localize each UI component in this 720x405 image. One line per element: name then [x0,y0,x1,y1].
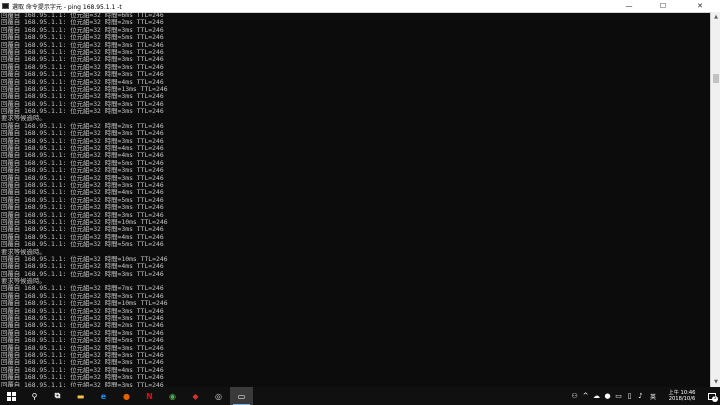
red-app-icon[interactable]: ◆ [184,387,207,405]
minimize-button[interactable]: — [612,0,646,12]
network-icon[interactable]: ▯ [624,387,635,405]
vertical-scrollbar[interactable]: ▲ ▼ [710,12,720,387]
maximize-button[interactable]: ☐ [646,0,680,12]
app-tray-icon[interactable]: ● [602,387,613,405]
clock[interactable]: 上午 10:46 2018/10/6 [664,390,700,403]
scroll-thumb[interactable] [713,74,719,83]
search-taskbar-icon-glyph: ⚲ [31,391,38,401]
console-output[interactable]: 回覆自 168.95.1.1: 位元組=32 時間=6ms TTL=246 回覆自… [0,12,710,387]
window-title: 選取 命令提示字元 - ping 168.95.1.1 -t [12,3,122,11]
people-icon[interactable]: ⚇ [569,387,580,405]
show-hidden-icons[interactable]: ^ [580,387,591,405]
netflix-icon-glyph: N [146,391,153,401]
disc-app-icon-glyph: ◎ [215,391,222,401]
clock-date: 2018/10/6 [668,396,696,402]
start-button[interactable] [0,387,23,405]
edge-icon[interactable]: e [92,387,115,405]
console-line: 回覆自 168.95.1.1: 位元組=32 時間=3ms TTL=246 [1,107,164,116]
netflix-icon[interactable]: N [138,387,161,405]
cmd-taskbar-icon[interactable]: ▭ [230,387,253,405]
battery-icon[interactable]: ▭ [613,387,624,405]
windows-logo-icon [7,391,16,401]
action-center-button[interactable]: 5 [704,387,720,405]
notification-icon: 5 [708,392,718,402]
disc-app-icon[interactable]: ◎ [207,387,230,405]
task-view-icon[interactable]: ⧉ [46,387,69,405]
scroll-up-arrow-icon[interactable]: ▲ [712,13,720,21]
console-line: 回覆自 168.95.1.1: 位元組=32 時間=3ms TTL=246 [1,269,164,278]
onedrive-icon[interactable]: ☁ [591,387,602,405]
command-prompt-icon [2,3,9,9]
file-explorer-icon[interactable]: ▬ [69,387,92,405]
scroll-down-arrow-icon[interactable]: ▼ [712,378,720,386]
system-tray: ⚇ ^ ☁ ● ▭ ▯ ♪ 英 上午 10:46 2018/10/6 5 [569,387,720,405]
ime-indicator[interactable]: 英 [646,392,660,401]
firefox-icon-glyph: ● [123,391,130,401]
edge-icon-glyph: e [100,391,107,401]
task-view-icon-glyph: ⧉ [54,391,61,400]
firefox-icon[interactable]: ● [115,387,138,405]
window-controls: — ☐ ✕ [612,0,720,12]
close-button[interactable]: ✕ [680,0,720,12]
console-line: 回覆自 168.95.1.1: 位元組=32 時間=5ms TTL=246 [1,240,164,249]
notification-badge: 5 [712,395,718,402]
taskbar: ⚲ ⧉ ▬ e ● N ◉ ◆ ◎ ▭ ⚇ ^ ☁ ● ▭ ▯ ♪ 英 上午 10:46 2018/10/6 … [0,387,720,405]
red-app-icon-glyph: ◆ [192,391,199,401]
volume-icon[interactable]: ♪ [635,387,646,405]
search-taskbar-icon[interactable]: ⚲ [23,387,46,405]
cmd-taskbar-icon-glyph: ▭ [237,391,246,401]
file-explorer-icon-glyph: ▬ [76,391,85,401]
chrome-icon-glyph: ◉ [169,391,176,401]
chrome-icon[interactable]: ◉ [161,387,184,405]
